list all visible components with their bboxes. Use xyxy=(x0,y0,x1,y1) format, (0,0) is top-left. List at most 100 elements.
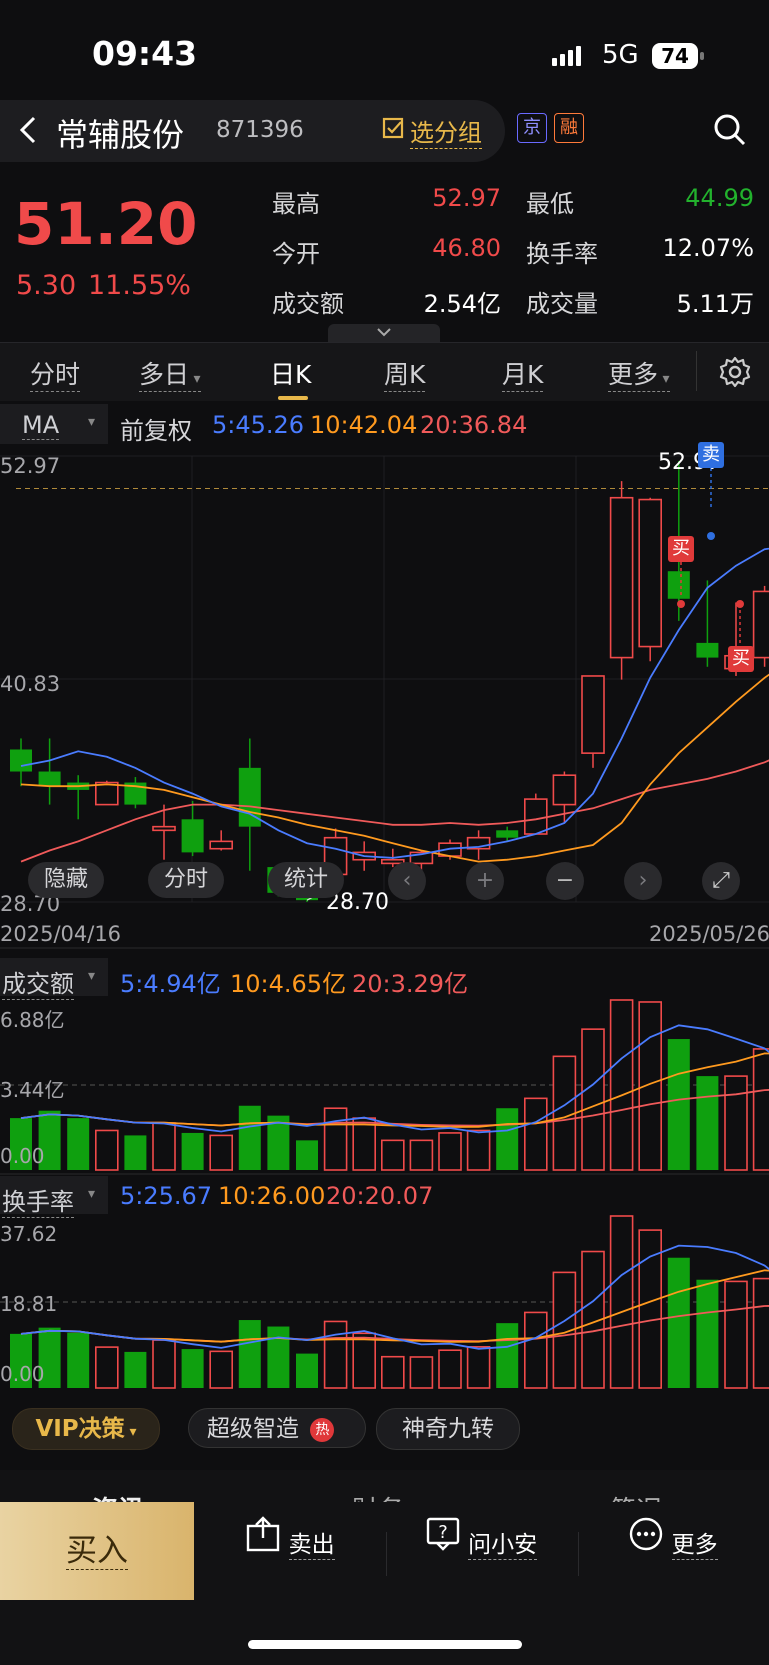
tab-daily-k[interactable]: 日K xyxy=(270,355,311,391)
amount-bar xyxy=(296,1140,318,1170)
turnover-bar xyxy=(209,1350,233,1389)
turnover-selector[interactable]: 换手率 ▾ xyxy=(0,1176,108,1218)
amount-bar xyxy=(67,1118,90,1170)
low-label: 最低 xyxy=(526,190,574,218)
tab-multi-day[interactable]: 多日 ▾ xyxy=(139,355,201,392)
ma10-value: 10:42.04 xyxy=(310,411,418,439)
turnover-bar xyxy=(438,1349,462,1389)
stock-code: 871396 xyxy=(216,117,304,143)
ma10-line xyxy=(20,673,769,863)
scroll-right-icon[interactable]: › xyxy=(624,862,662,900)
amount-bar xyxy=(152,1122,176,1171)
candle-body xyxy=(209,840,233,850)
amount-y-bottom: 0.00 xyxy=(0,1144,45,1168)
network-label: 5G xyxy=(602,40,639,70)
amount-bar xyxy=(667,1039,690,1170)
super-manufacturing-chip[interactable]: 超级智造 热 xyxy=(188,1408,366,1448)
low-value: 44.99 xyxy=(685,184,754,212)
chart-area[interactable]: 52.97 40.83 28.70 2025/04/16 2025/05/26 … xyxy=(0,442,769,1448)
sell-button[interactable]: 卖出 xyxy=(230,1516,350,1560)
turnover-bar xyxy=(496,1323,519,1388)
date-start: 2025/04/16 xyxy=(0,922,122,946)
hide-button[interactable]: 隐藏 xyxy=(28,862,104,898)
caret-down-icon: ▾ xyxy=(88,414,96,430)
amount-ma20: 20:3.29亿 xyxy=(352,970,469,998)
price-change-pct: 11.55% xyxy=(88,270,191,301)
battery-cap xyxy=(700,52,704,60)
active-tab-indicator xyxy=(278,396,308,400)
amount-bar xyxy=(466,1129,491,1171)
margin-tag-rong: 融 xyxy=(554,113,584,143)
buy-marker-2[interactable]: 买 xyxy=(728,646,754,672)
caret-down-icon: ▾ xyxy=(124,1424,137,1440)
caret-down-icon: ▾ xyxy=(189,371,201,387)
candle-body xyxy=(638,498,663,648)
caret-down-icon: ▾ xyxy=(88,1186,96,1202)
buy-dot xyxy=(677,600,685,608)
exchange-tag-jing: 京 xyxy=(517,113,547,143)
stats-button[interactable]: 统计 xyxy=(268,862,344,898)
candle-body xyxy=(496,830,519,838)
fullscreen-icon[interactable]: ⤢ xyxy=(702,862,740,900)
open-value: 46.80 xyxy=(432,234,501,262)
amount-bar xyxy=(323,1107,348,1171)
timeshare-button[interactable]: 分时 xyxy=(148,862,224,898)
more-button[interactable]: 更多 xyxy=(613,1516,733,1560)
amount-bar xyxy=(552,1055,577,1171)
amount-ma5: 5:4.94亿 xyxy=(120,970,221,998)
amount-bar xyxy=(752,1048,769,1171)
open-label: 今开 xyxy=(272,240,320,268)
more-label: 更多 xyxy=(671,1525,718,1560)
ma20-value: 20:36.84 xyxy=(420,411,528,439)
magic-nine-chip[interactable]: 神奇九转 xyxy=(376,1408,520,1450)
tab-monthly-k[interactable]: 月K xyxy=(502,355,544,392)
candle-body xyxy=(696,642,719,658)
adjust-mode[interactable]: 前复权 xyxy=(120,411,192,446)
tab-multi-day-label: 多日 xyxy=(139,360,190,389)
chevron-left-icon[interactable] xyxy=(14,112,42,152)
search-icon[interactable] xyxy=(712,112,748,152)
status-bar: 09:43 5G 74 xyxy=(0,0,769,100)
turnover-bar xyxy=(667,1257,690,1388)
zoom-in-icon[interactable]: + xyxy=(466,862,504,900)
indicator-selector[interactable]: MA ▾ xyxy=(0,404,108,444)
amount-value: 2.54亿 xyxy=(423,290,501,318)
buy-marker[interactable]: 买 xyxy=(668,536,694,562)
tab-weekly-k[interactable]: 周K xyxy=(384,355,426,392)
gear-icon[interactable] xyxy=(718,355,752,393)
tab-timeshare[interactable]: 分时 xyxy=(30,355,81,392)
turnover-y-top: 37.62 xyxy=(0,1222,58,1246)
amount-selector[interactable]: 成交额 ▾ xyxy=(0,958,108,1000)
turnover-rate-value: 12.07% xyxy=(662,234,754,262)
amount-bar xyxy=(696,1076,719,1170)
quote-panel: 51.20 5.30 11.55% 最高 52.97 最低 44.99 今开 4… xyxy=(0,164,769,342)
zoom-out-icon[interactable]: − xyxy=(546,862,584,900)
scroll-left-icon[interactable]: ‹ xyxy=(388,862,426,900)
ask-xiaoan-button[interactable]: ? 问小安 xyxy=(421,1516,541,1560)
turnover-bar xyxy=(466,1346,491,1389)
signal-icon xyxy=(552,44,588,72)
select-group-button[interactable]: 选分组 xyxy=(410,113,482,149)
volume-label: 成交量 xyxy=(526,290,598,318)
high-label: 最高 xyxy=(272,190,320,218)
expand-quote-button[interactable] xyxy=(328,324,440,342)
turnover-panel-label: 换手率 xyxy=(2,1182,74,1218)
bottom-sheet: 资讯 财务 简况 买入 卖出 ? 问小安 更多 xyxy=(0,1470,769,1665)
vip-decision-chip[interactable]: VIP决策 ▾ xyxy=(12,1408,160,1450)
sell-dot xyxy=(707,532,715,540)
amount-bar xyxy=(409,1139,434,1171)
battery-icon: 74 xyxy=(652,43,698,69)
kline-y-top: 52.97 xyxy=(0,454,61,478)
sell-marker[interactable]: 卖 xyxy=(698,442,724,468)
tab-divider xyxy=(696,351,697,391)
candle-body xyxy=(95,781,119,806)
amount-bar xyxy=(496,1108,519,1170)
tab-more[interactable]: 更多 ▾ xyxy=(608,355,670,392)
last-price: 51.20 xyxy=(14,190,198,258)
tab-more-label: 更多 xyxy=(608,360,659,389)
turnover-bar xyxy=(696,1279,719,1388)
turnover-bar xyxy=(409,1356,434,1389)
buy-button[interactable]: 买入 xyxy=(0,1502,194,1600)
more-dots-icon xyxy=(630,1517,663,1551)
turnover-ma10: 10:26.00 xyxy=(218,1182,326,1210)
